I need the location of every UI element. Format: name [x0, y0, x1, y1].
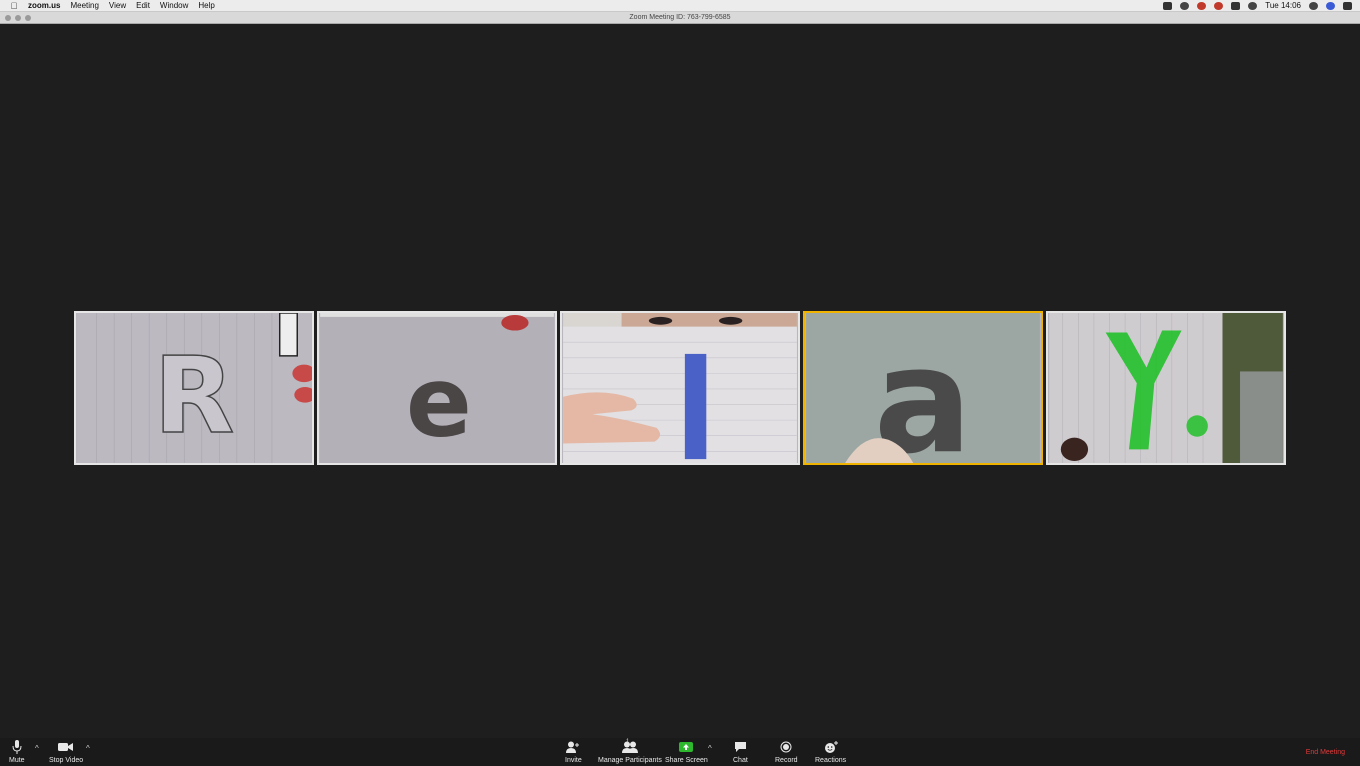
gallery-view: R e l a Y: [74, 311, 1286, 465]
video-feed-y: Y: [1049, 313, 1283, 463]
menu-view[interactable]: View: [109, 1, 134, 10]
mute-label: Mute: [9, 757, 25, 764]
manage-participants-button[interactable]: 1 Manage Participants: [598, 739, 662, 764]
airplay-icon[interactable]: [1231, 1, 1241, 10]
notification-center-icon[interactable]: [1343, 1, 1352, 10]
siri-icon[interactable]: [1326, 1, 1335, 10]
menu-help[interactable]: Help: [198, 1, 222, 10]
chat-bubble-icon: [734, 740, 747, 754]
share-screen-icon: [679, 740, 694, 754]
video-feed-a: a: [806, 313, 1040, 463]
menu-window[interactable]: Window: [160, 1, 196, 10]
meeting-controls-toolbar: Mute ^ Stop Video ^ Invite 1 Manage Part…: [0, 738, 1360, 766]
participants-icon: [621, 740, 638, 754]
participant-video-tile-5[interactable]: Y: [1046, 311, 1286, 465]
menu-app-name[interactable]: zoom.us: [28, 1, 68, 10]
apple-icon[interactable]: : [0, 1, 28, 11]
participant-video-tile-3[interactable]: l: [560, 311, 800, 465]
share-screen-label: Share Screen: [665, 757, 708, 764]
letter-l-bar: [684, 353, 707, 460]
menu-bar:  zoom.us Meeting View Edit Window Help …: [0, 0, 1360, 12]
participant-video-tile-2[interactable]: e: [317, 311, 557, 465]
chat-label: Chat: [733, 757, 748, 764]
share-screen-button[interactable]: Share Screen: [665, 740, 708, 764]
window-title: Zoom Meeting ID: 763-799-6585: [629, 14, 731, 21]
reactions-label: Reactions: [815, 757, 847, 764]
video-feed-l: l: [563, 313, 797, 463]
mute-button[interactable]: Mute: [9, 740, 25, 764]
zoom-tray-icon[interactable]: [1163, 1, 1173, 10]
reactions-button[interactable]: Reactions: [815, 740, 846, 764]
audio-options-chevron-icon[interactable]: ^: [35, 744, 39, 753]
record-button[interactable]: Record: [775, 740, 798, 764]
end-meeting-button[interactable]: End Meeting: [1306, 749, 1345, 756]
letter-r: R: [154, 334, 235, 457]
video-camera-icon: [58, 740, 74, 754]
video-stage: R e l a Y: [0, 24, 1360, 738]
stop-video-button[interactable]: Stop Video: [49, 740, 83, 764]
record-icon: [780, 740, 792, 754]
video-feed-r: R: [77, 313, 312, 463]
participant-count-badge: 1: [626, 739, 630, 745]
spotlight-search-icon[interactable]: [1309, 1, 1318, 10]
participant-video-tile-4-active-speaker[interactable]: a: [803, 311, 1043, 465]
invite-label: Invite: [565, 757, 582, 764]
record-tray-icon[interactable]: [1214, 1, 1224, 10]
video-options-chevron-icon[interactable]: ^: [86, 744, 90, 753]
smiley-plus-icon: [824, 740, 838, 754]
record-label: Record: [775, 757, 798, 764]
clock[interactable]: Tue 14:06: [1265, 1, 1301, 10]
menu-meeting[interactable]: Meeting: [70, 1, 106, 10]
letter-e: e: [406, 346, 472, 459]
wifi-icon[interactable]: [1248, 1, 1258, 10]
add-person-icon: [566, 740, 580, 754]
app-tray-icon[interactable]: [1197, 1, 1207, 10]
microphone-icon: [12, 740, 22, 754]
stop-video-label: Stop Video: [49, 757, 84, 764]
window-title-bar: Zoom Meeting ID: 763-799-6585: [0, 12, 1360, 24]
share-options-chevron-icon[interactable]: ^: [708, 744, 712, 753]
video-feed-e: e: [320, 313, 554, 463]
creative-cloud-icon[interactable]: [1180, 1, 1190, 10]
participant-video-tile-1[interactable]: R: [74, 311, 314, 465]
status-tray: Tue 14:06: [1163, 1, 1360, 10]
chat-button[interactable]: Chat: [733, 740, 748, 764]
menu-edit[interactable]: Edit: [136, 1, 158, 10]
manage-participants-label: Manage Participants: [598, 757, 662, 764]
invite-button[interactable]: Invite: [565, 740, 582, 764]
